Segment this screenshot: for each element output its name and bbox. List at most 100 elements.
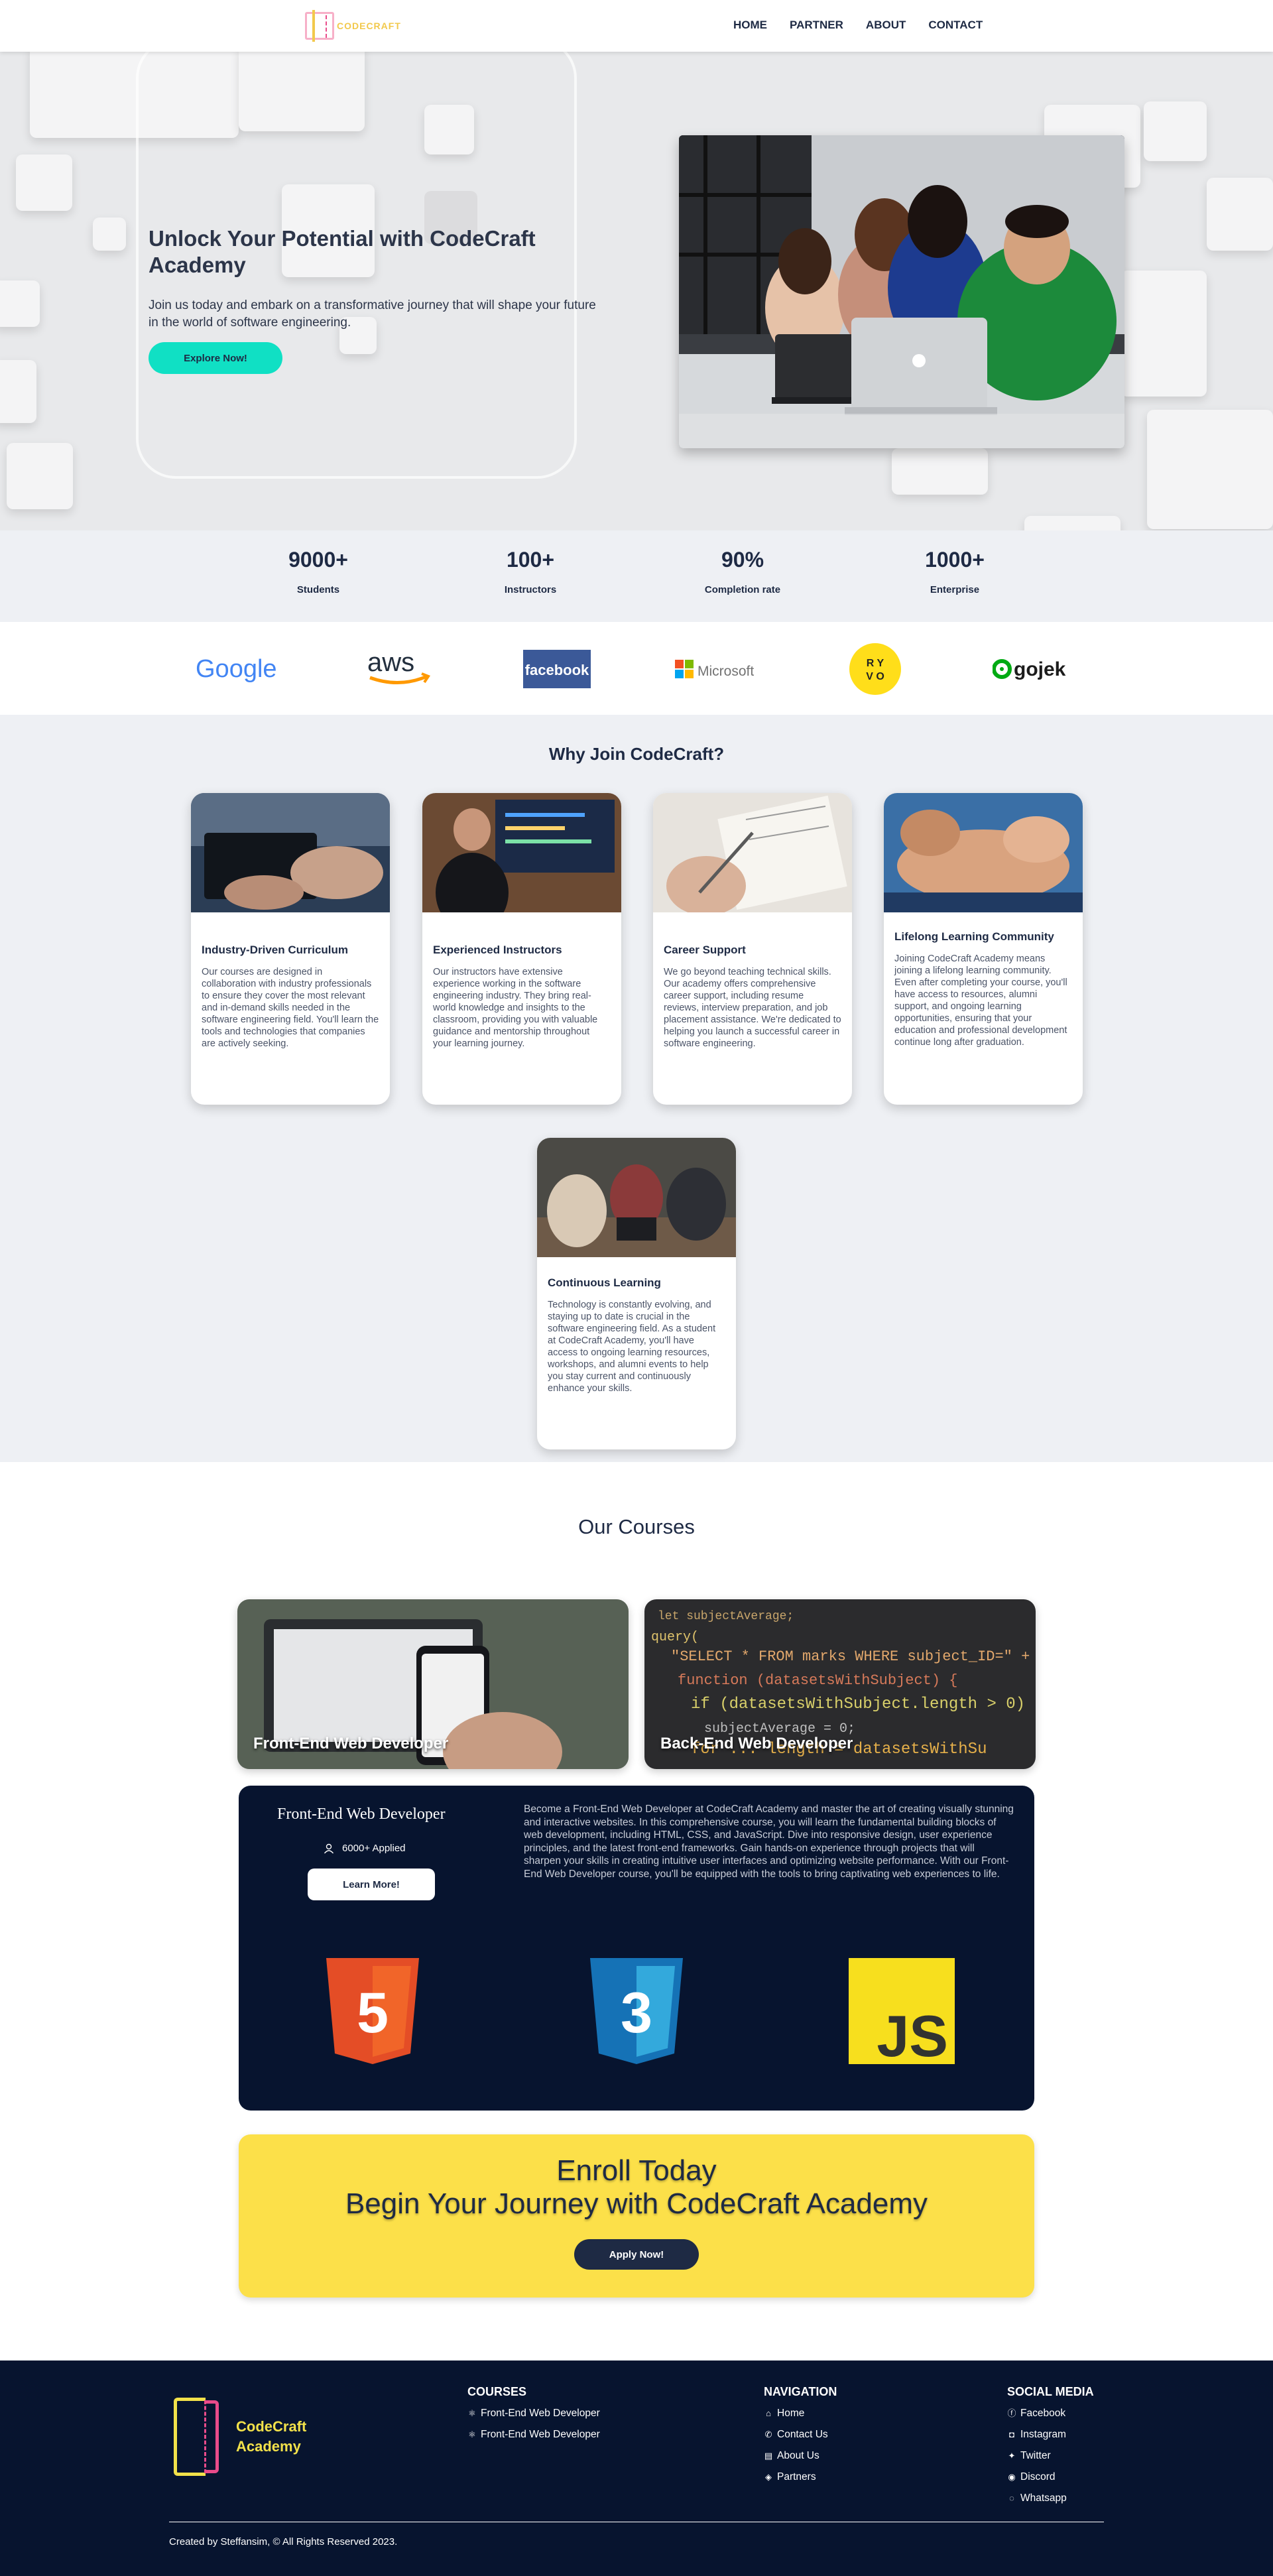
whatsapp-icon: ◌ (1009, 2493, 1014, 2503)
gojek-logo-text: gojek (1014, 658, 1066, 680)
courses-title: Our Courses (578, 1515, 695, 1538)
atom-icon: ⚛ (468, 2429, 476, 2439)
footer-social-label: Instagram (1020, 2429, 1066, 2440)
applied-count-text: 6000+ Applied (342, 1843, 406, 1854)
hero-title: Unlock Your Potential with CodeCraft Aca… (149, 226, 536, 277)
microsoft-logo-text: Microsoft (697, 664, 754, 679)
feature-card: Career Support We go beyond teaching tec… (653, 793, 852, 1105)
bg-tile (16, 154, 72, 211)
css3-logo: 3 (590, 1958, 683, 2067)
footer-logo[interactable]: CodeCraft Academy (174, 2398, 306, 2476)
nav-link-partner[interactable]: PARTNER (790, 19, 843, 32)
footer-brand-line1: CodeCraft (236, 2418, 307, 2435)
course-tile-backend[interactable]: let subjectAverage; query( "SELECT * FRO… (644, 1599, 1036, 1769)
bg-tile (93, 217, 126, 251)
footer-social-label: Twitter (1020, 2450, 1051, 2461)
stat-enterprise: 1000+ Enterprise (888, 548, 1021, 595)
course-tile-frontend[interactable]: Front-End Web Developer (237, 1599, 629, 1769)
svg-text:V O: V O (866, 671, 884, 682)
enroll-subheading: Begin Your Journey with CodeCraft Academ… (345, 2187, 928, 2220)
footer-course-link[interactable]: ⚛ Front-End Web Developer (467, 2424, 600, 2445)
footer-nav-partners[interactable]: ◈ Partners (764, 2467, 837, 2488)
yellow-partner-logo[interactable]: R Y V O (849, 643, 902, 695)
aws-logo[interactable]: aws (366, 648, 432, 690)
svg-text:R Y: R Y (867, 658, 884, 669)
css3-glyph: 3 (621, 1981, 652, 2045)
css3-icon: 3 (590, 1958, 683, 2064)
feature-card-title: Lifelong Learning Community (894, 930, 1054, 943)
footer-social-instagram[interactable]: ◘ Instagram (1007, 2424, 1094, 2445)
microsoft-wordmark-icon: Microsoft (675, 660, 754, 679)
stat-instructors: 100+ Instructors (464, 548, 597, 595)
footer-social-whatsapp[interactable]: ◌ Whatsapp (1007, 2488, 1094, 2509)
instructor-screen-image (422, 793, 621, 932)
stat-label: Students (296, 584, 340, 595)
hands-together-image (884, 793, 1083, 912)
apply-now-button[interactable]: Apply Now! (574, 2239, 699, 2270)
bg-tile (1144, 101, 1207, 161)
nav-links: HOME PARTNER ABOUT CONTACT (733, 19, 983, 32)
stat-completion-rate: 90% Completion rate (676, 548, 809, 595)
logo-mark-icon (305, 10, 334, 42)
feature-card-title: Industry-Driven Curriculum (202, 944, 349, 956)
top-nav: CODECRAFT HOME PARTNER ABOUT CONTACT (0, 0, 1273, 52)
feature-card-text: Our courses are designed in collaboratio… (202, 967, 379, 1049)
svg-text:query(: query( (651, 1630, 699, 1645)
microsoft-logo[interactable]: Microsoft (675, 648, 758, 690)
course-description: Become a Front-End Web Developer at Code… (524, 1804, 1014, 1880)
footer-brand-name: CodeCraft Academy (236, 2417, 306, 2457)
footer-social-twitter[interactable]: ✦ Twitter (1007, 2445, 1094, 2467)
feature-card-title: Career Support (664, 944, 746, 956)
svg-text:"SELECT * FROM marks WHERE sub: "SELECT * FROM marks WHERE subject_ID=" … (671, 1648, 1036, 1665)
typing-laptop-image (191, 793, 390, 912)
stat-value: 90% (721, 548, 764, 572)
feature-card: Experienced Instructors Our instructors … (422, 793, 621, 1105)
google-logo[interactable]: Google (196, 648, 282, 690)
bg-tile (1024, 516, 1121, 530)
footer-nav-about[interactable]: ▤ About Us (764, 2445, 837, 2467)
partners-section: Google aws facebook Microsoft R Y V O go… (0, 622, 1273, 715)
feature-card-title: Experienced Instructors (433, 944, 562, 956)
google-logo-text: Google (196, 655, 277, 683)
bg-tile (1121, 271, 1207, 397)
footer-nav-contact[interactable]: ✆ Contact Us (764, 2424, 837, 2445)
nav-link-contact[interactable]: CONTACT (928, 19, 983, 32)
feature-card-title: Continuous Learning (548, 1276, 661, 1289)
course-detail-title: Front-End Web Developer (277, 1806, 446, 1823)
enroll-heading: Enroll Today (556, 2154, 717, 2187)
stat-value: 100+ (506, 548, 555, 572)
html5-glyph: 5 (357, 1981, 389, 2045)
footer-brand-line2: Academy (236, 2438, 301, 2455)
aws-wordmark-icon: aws (367, 648, 431, 684)
footer-courses-column: COURSES ⚛ Front-End Web Developer ⚛ Fron… (467, 2385, 600, 2445)
footer-social-column: SOCIAL MEDIA ⓕ Facebook ◘ Instagram ✦ Tw… (1007, 2385, 1094, 2509)
stat-value: 1000+ (925, 548, 985, 572)
footer-social-discord[interactable]: ◉ Discord (1007, 2467, 1094, 2488)
footer-course-link[interactable]: ⚛ Front-End Web Developer (467, 2403, 600, 2424)
bg-tile (1207, 178, 1273, 251)
javascript-logo: JS (849, 1958, 955, 2069)
gojek-logo[interactable]: gojek (993, 648, 1075, 690)
footer-copyright: Created by Steffansim, © All Rights Rese… (169, 2536, 398, 2547)
javascript-icon: JS (849, 1958, 955, 2069)
brand-logo[interactable]: CODECRAFT (305, 10, 401, 42)
notebook-writing-image (653, 793, 852, 916)
course-tile-label: Back-End Web Developer (660, 1735, 853, 1752)
aws-logo-text: aws (367, 648, 414, 677)
course-tile-label: Front-End Web Developer (253, 1735, 449, 1752)
facebook-wordmark-icon: facebook (523, 650, 591, 688)
facebook-logo[interactable]: facebook (523, 648, 591, 690)
explore-now-button[interactable]: Explore Now! (149, 342, 282, 374)
nav-link-home[interactable]: HOME (733, 19, 767, 32)
handshake-icon: ◈ (765, 2472, 772, 2482)
nav-link-about[interactable]: ABOUT (866, 19, 906, 32)
html5-icon: 5 (326, 1958, 419, 2064)
footer-nav-home[interactable]: ⌂ Home (764, 2403, 837, 2424)
hero-section: Unlock Your Potential with CodeCraft Aca… (0, 52, 1273, 530)
why-section: Why Join CodeCraft? Industry-Driven Curr… (0, 715, 1273, 1462)
learn-more-button[interactable]: Learn More! (308, 1869, 435, 1900)
footer-social-facebook[interactable]: ⓕ Facebook (1007, 2403, 1094, 2424)
feature-card-text: Technology is constantly evolving, and s… (548, 1300, 716, 1394)
hero-subtitle: Join us today and embark on a transforma… (149, 298, 596, 330)
footer-nav-label: Home (777, 2408, 805, 2419)
